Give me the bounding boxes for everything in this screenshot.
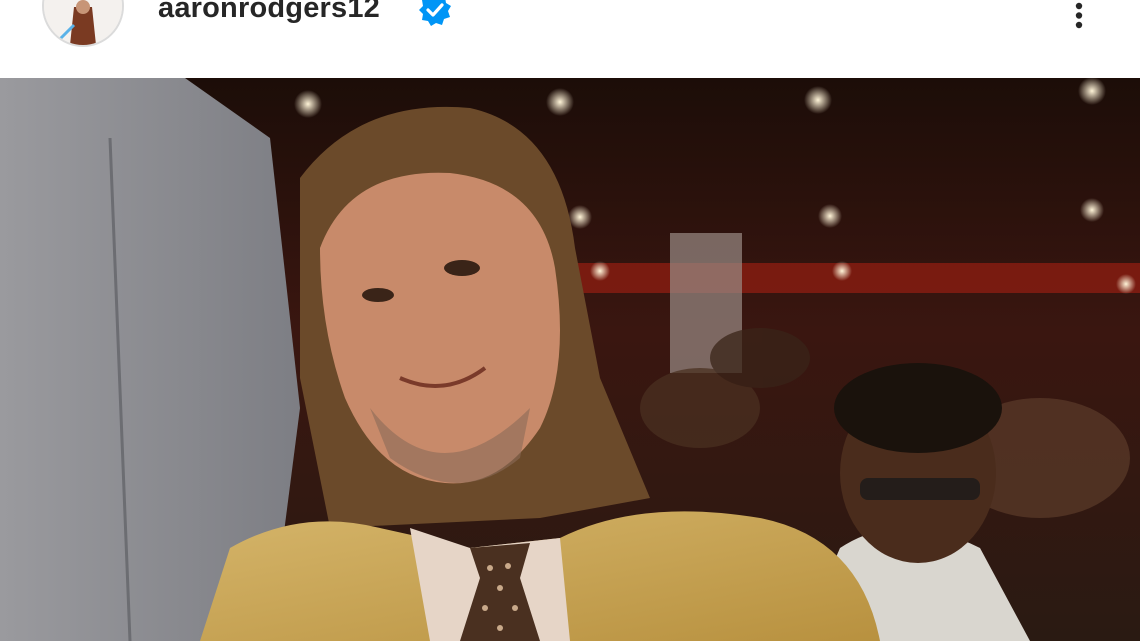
profile-avatar[interactable] <box>42 0 124 47</box>
username[interactable]: aaronrodgers12 <box>158 0 380 25</box>
photo-illustration <box>0 78 1140 641</box>
more-options-icon[interactable] <box>1062 0 1096 34</box>
post-header: aaronrodgers12 <box>0 0 1140 78</box>
post-photo[interactable] <box>0 78 1140 641</box>
avatar-image <box>44 0 122 45</box>
verified-badge-icon <box>419 0 451 26</box>
